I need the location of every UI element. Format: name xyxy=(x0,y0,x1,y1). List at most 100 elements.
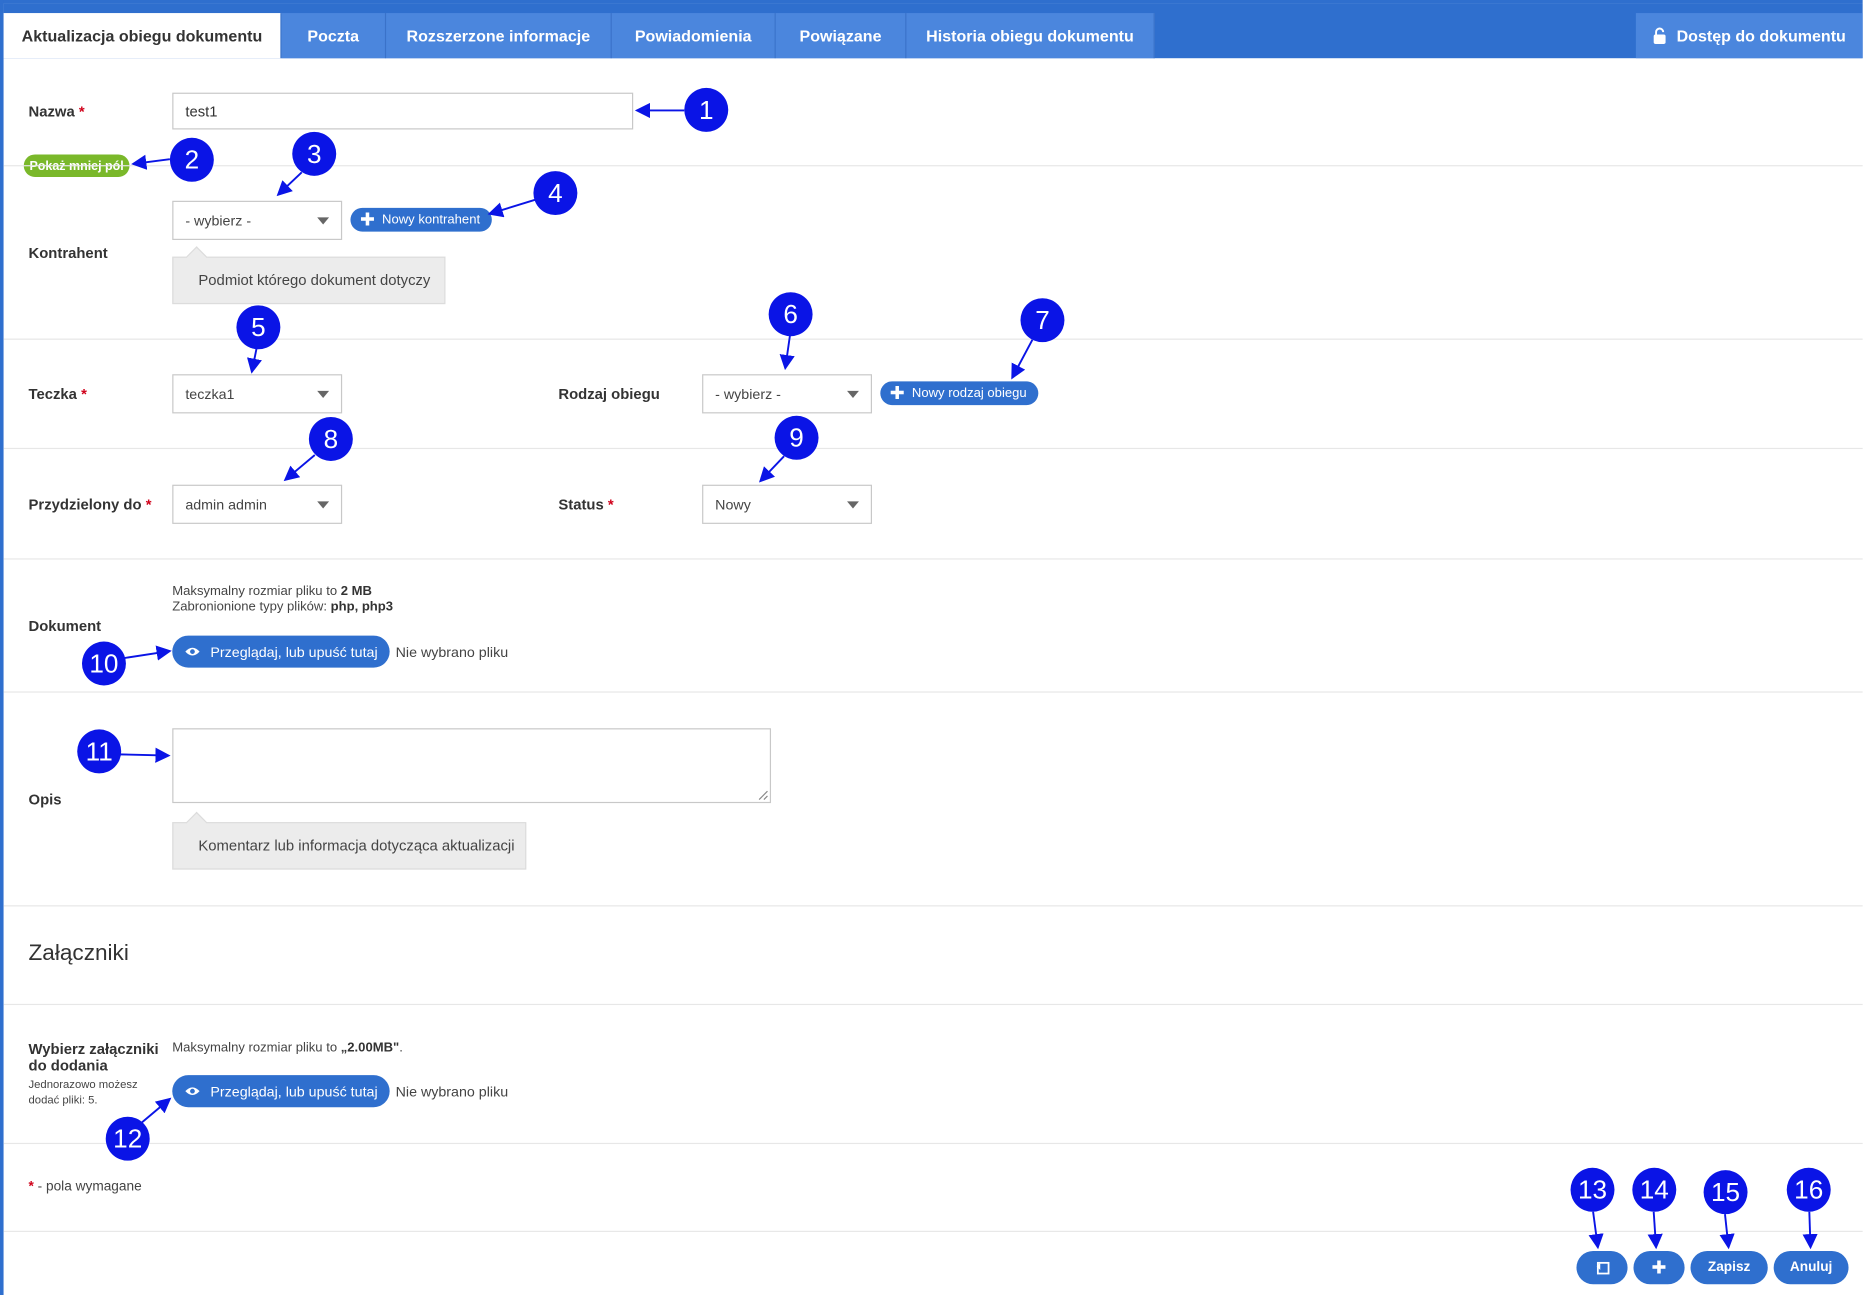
tab-rozszerzone-informacje[interactable]: Rozszerzone informacje xyxy=(386,13,612,59)
teczka-selected: teczka1 xyxy=(185,385,235,403)
arrow-5 xyxy=(247,347,262,374)
chevron-down-icon xyxy=(317,390,330,398)
plus-icon: ✚ xyxy=(1651,1257,1667,1278)
document-browse-label: Przeglądaj, lub upuść tutaj xyxy=(210,643,378,660)
annotation-marker-10: 10 xyxy=(81,641,126,686)
row-divider xyxy=(3,1003,1863,1006)
frame-left-border xyxy=(0,0,4,1295)
row-divider xyxy=(3,1142,1863,1145)
required-mark: * xyxy=(81,386,87,403)
nazwa-input[interactable] xyxy=(172,92,634,130)
arrow-7 xyxy=(1011,339,1034,380)
chevron-down-icon xyxy=(847,390,859,398)
back-to-list-button[interactable] xyxy=(1576,1250,1628,1285)
przydzielony-label: Przydzielony do * xyxy=(29,497,152,514)
opis-textarea[interactable] xyxy=(172,728,772,804)
tab-poczta[interactable]: Poczta xyxy=(281,13,387,59)
attachments-sub-line1: Jednorazowo możesz xyxy=(28,1078,138,1092)
chevron-down-icon xyxy=(317,501,330,509)
row-divider xyxy=(3,558,1863,560)
arrow-4 xyxy=(487,198,537,218)
arrow-14 xyxy=(1647,1211,1663,1250)
attachments-max-size: Maksymalny rozmiar pliku to „2.00MB". xyxy=(172,1041,403,1055)
przydzielony-selected: admin admin xyxy=(185,495,267,513)
chevron-down-icon xyxy=(847,501,859,509)
tab-bar: Aktualizacja obiegu dokumentu Poczta Roz… xyxy=(3,3,1863,59)
add-button[interactable]: ✚ xyxy=(1633,1250,1685,1285)
required-note-text: - pola wymagane xyxy=(37,1179,142,1194)
status-select[interactable]: Nowy xyxy=(702,484,872,524)
tab-powiadomienia[interactable]: Powiadomienia xyxy=(611,13,776,59)
annotation-marker-7: 7 xyxy=(1020,298,1065,343)
arrow-10 xyxy=(123,645,172,661)
arrow-13 xyxy=(1588,1211,1604,1250)
annotation-marker-11: 11 xyxy=(77,729,122,774)
new-contractor-label: Nowy kontrahent xyxy=(382,212,481,227)
access-button[interactable]: Dostęp do dokumentu xyxy=(1635,13,1863,59)
attachments-browse-button[interactable]: Przeglądaj, lub upuść tutaj xyxy=(172,1075,390,1108)
chevron-down-icon xyxy=(317,217,330,225)
kontrahent-label: Kontrahent xyxy=(28,244,108,262)
attachments-browse-label: Przeglądaj, lub upuść tutaj xyxy=(210,1082,378,1100)
teczka-label-text: Teczka xyxy=(28,386,77,403)
attachments-label: Wybierz załączniki do dodania xyxy=(29,1041,159,1074)
new-workflow-type-label: Nowy rodzaj obiegu xyxy=(911,386,1027,401)
arrow-6 xyxy=(779,334,795,371)
row-divider xyxy=(3,691,1863,693)
attachments-max-size-suffix: . xyxy=(399,1040,403,1055)
cancel-button[interactable]: Anuluj xyxy=(1773,1250,1849,1285)
rodzaj-obiegu-label: Rodzaj obiegu xyxy=(558,386,660,403)
kontrahent-selected: - wybierz - xyxy=(185,212,252,229)
attachments-label-line2: do dodania xyxy=(28,1057,108,1074)
arrow-11 xyxy=(118,747,171,763)
annotation-marker-6: 6 xyxy=(768,292,813,337)
dokument-label: Dokument xyxy=(28,617,102,635)
annotation-marker-14: 14 xyxy=(1632,1167,1677,1212)
dokument-max-size-prefix: Maksymalny rozmiar pliku to xyxy=(172,584,341,599)
required-mark: * xyxy=(607,496,614,514)
annotation-marker-16: 16 xyxy=(1786,1167,1831,1212)
row-divider xyxy=(3,905,1863,907)
required-note: * - pola wymagane xyxy=(29,1180,142,1194)
tab-aktualizacja[interactable]: Aktualizacja obiegu dokumentu xyxy=(3,13,282,59)
nazwa-label-text: Nazwa xyxy=(28,103,75,120)
przydzielony-label-text: Przydzielony do xyxy=(28,496,142,514)
kontrahent-select[interactable]: - wybierz - xyxy=(172,200,343,240)
dokument-max-size: Maksymalny rozmiar pliku to 2 MB xyxy=(172,584,372,598)
rodzaj-obiegu-select[interactable]: - wybierz - xyxy=(702,374,872,414)
attachments-no-file: Nie wybrano pliku xyxy=(395,1083,509,1101)
nazwa-label: Nazwa * xyxy=(29,103,85,120)
status-label: Status * xyxy=(558,497,613,514)
annotation-marker-3: 3 xyxy=(292,131,337,176)
arrow-2 xyxy=(131,154,171,170)
eye-icon xyxy=(185,1087,200,1096)
arrow-16 xyxy=(1802,1211,1818,1250)
teczka-select[interactable]: teczka1 xyxy=(172,374,343,414)
dokument-forbidden-prefix: Zabronionione typy plików: xyxy=(172,599,331,615)
access-button-label: Dostęp do dokumentu xyxy=(1676,26,1846,45)
status-selected: Nowy xyxy=(715,495,751,513)
attachments-label-line1: Wybierz załączniki xyxy=(28,1040,159,1058)
eye-icon xyxy=(185,647,200,656)
arrow-8 xyxy=(283,454,316,482)
document-browse-button[interactable]: Przeglądaj, lub upuść tutaj xyxy=(172,635,390,668)
annotation-marker-5: 5 xyxy=(236,305,281,350)
new-workflow-type-button[interactable]: ✚ Nowy rodzaj obiegu xyxy=(880,381,1039,406)
document-workflow-form: Aktualizacja obiegu dokumentu Poczta Roz… xyxy=(0,0,1863,1295)
attachments-sub: Jednorazowo możesz dodać pliki: 5. xyxy=(29,1078,138,1109)
annotation-marker-4: 4 xyxy=(533,171,578,216)
opis-hint: Komentarz lub informacja dotycząca aktua… xyxy=(172,822,527,870)
annotation-marker-13: 13 xyxy=(1570,1167,1615,1212)
unlock-icon xyxy=(1653,26,1666,44)
new-contractor-button[interactable]: ✚ Nowy kontrahent xyxy=(350,207,492,232)
przydzielony-select[interactable]: admin admin xyxy=(172,484,343,524)
dokument-forbidden-value: php, php3 xyxy=(330,599,394,615)
teczka-label: Teczka * xyxy=(29,386,87,403)
save-button[interactable]: Zapisz xyxy=(1690,1250,1768,1285)
annotation-marker-1: 1 xyxy=(684,87,729,132)
tab-powiazane[interactable]: Powiązane xyxy=(775,13,907,59)
row-divider xyxy=(3,338,1863,340)
resize-grip-icon[interactable] xyxy=(758,790,769,801)
attachments-sub-line2: dodać pliki: 5. xyxy=(28,1094,98,1108)
tab-historia[interactable]: Historia obiegu dokumentu xyxy=(906,13,1155,59)
